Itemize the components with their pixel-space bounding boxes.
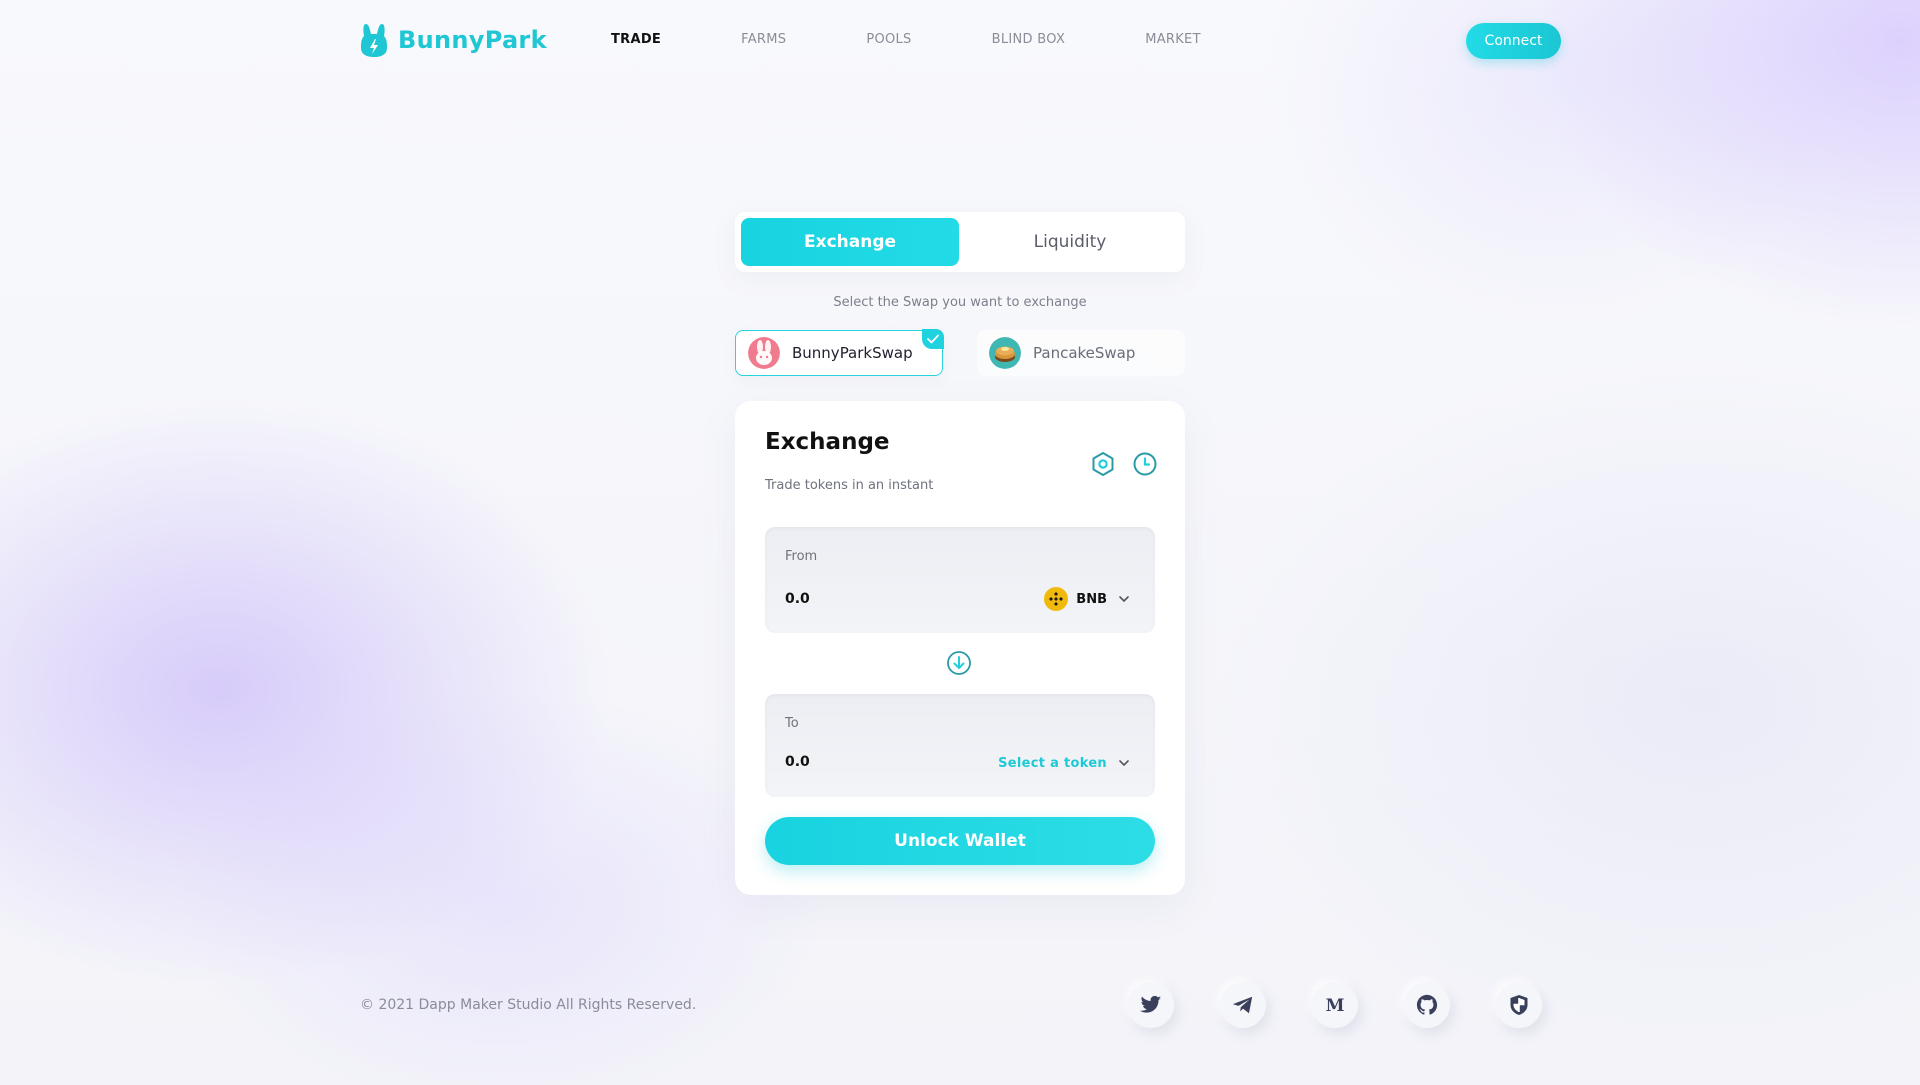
svg-text:M: M (1326, 996, 1345, 1014)
bunnypark-avatar-icon (748, 337, 780, 369)
to-token-selector[interactable]: Select a token (998, 754, 1133, 772)
medium-icon[interactable]: M (1312, 982, 1358, 1028)
from-amount-input[interactable] (785, 591, 965, 607)
to-label: To (785, 716, 799, 731)
swap-direction-arrow-icon[interactable] (946, 650, 972, 676)
brand-logo[interactable]: BunnyPark (360, 22, 547, 58)
github-icon[interactable] (1404, 982, 1450, 1028)
history-clock-icon[interactable] (1131, 450, 1159, 478)
unlock-wallet-button[interactable]: Unlock Wallet (765, 817, 1155, 865)
from-field: From BNB (765, 527, 1155, 633)
connect-button[interactable]: Connect (1466, 23, 1561, 59)
social-links: M (1128, 982, 1542, 1028)
from-token-selector[interactable]: BNB (1044, 587, 1133, 611)
brand-name: BunnyPark (398, 26, 547, 54)
swap-option-label: PancakeSwap (1033, 344, 1136, 362)
exchange-title: Exchange (765, 429, 890, 455)
exchange-subtitle: Trade tokens in an instant (765, 478, 934, 493)
main-nav: TRADE FARMS POOLS BLIND BOX MARKET (611, 32, 1201, 47)
twitter-icon[interactable] (1128, 982, 1174, 1028)
audit-shield-icon[interactable] (1496, 982, 1542, 1028)
nav-pools[interactable]: POOLS (866, 32, 911, 47)
tab-exchange[interactable]: Exchange (741, 218, 959, 266)
chevron-down-icon (1119, 760, 1129, 766)
to-field: To Select a token (765, 694, 1155, 797)
from-token-name: BNB (1076, 591, 1107, 607)
exchange-actions (1089, 450, 1159, 478)
page: BunnyPark TRADE FARMS POOLS BLIND BOX MA… (0, 0, 1920, 1085)
chevron-down-icon (1119, 596, 1129, 602)
telegram-icon[interactable] (1220, 982, 1266, 1028)
check-icon (922, 329, 944, 349)
from-label: From (785, 549, 818, 564)
nav-blind-box[interactable]: BLIND BOX (992, 32, 1066, 47)
swap-option-label: BunnyParkSwap (792, 344, 913, 362)
trade-tabs: Exchange Liquidity (735, 212, 1185, 272)
exchange-card: Exchange Trade tokens in an instant From (735, 401, 1185, 895)
tab-liquidity[interactable]: Liquidity (961, 218, 1179, 266)
swap-option-bunnyparkswap[interactable]: BunnyParkSwap (735, 329, 944, 376)
nav-trade[interactable]: TRADE (611, 32, 661, 47)
select-token-label: Select a token (998, 755, 1107, 771)
swap-option-pancakeswap[interactable]: PancakeSwap (977, 330, 1185, 376)
to-amount-input[interactable] (785, 754, 965, 770)
swap-select-caption: Select the Swap you want to exchange (833, 295, 1087, 310)
settings-icon[interactable] (1089, 450, 1117, 478)
nav-market[interactable]: MARKET (1145, 32, 1201, 47)
bnb-token-icon (1044, 587, 1069, 611)
pancakeswap-avatar-icon (989, 337, 1021, 369)
bunny-logo-icon (361, 24, 387, 57)
swap-options: BunnyParkSwap PancakeSwap (735, 329, 1185, 376)
copyright-text: © 2021 Dapp Maker Studio All Rights Rese… (360, 997, 697, 1013)
nav-farms[interactable]: FARMS (741, 32, 786, 47)
